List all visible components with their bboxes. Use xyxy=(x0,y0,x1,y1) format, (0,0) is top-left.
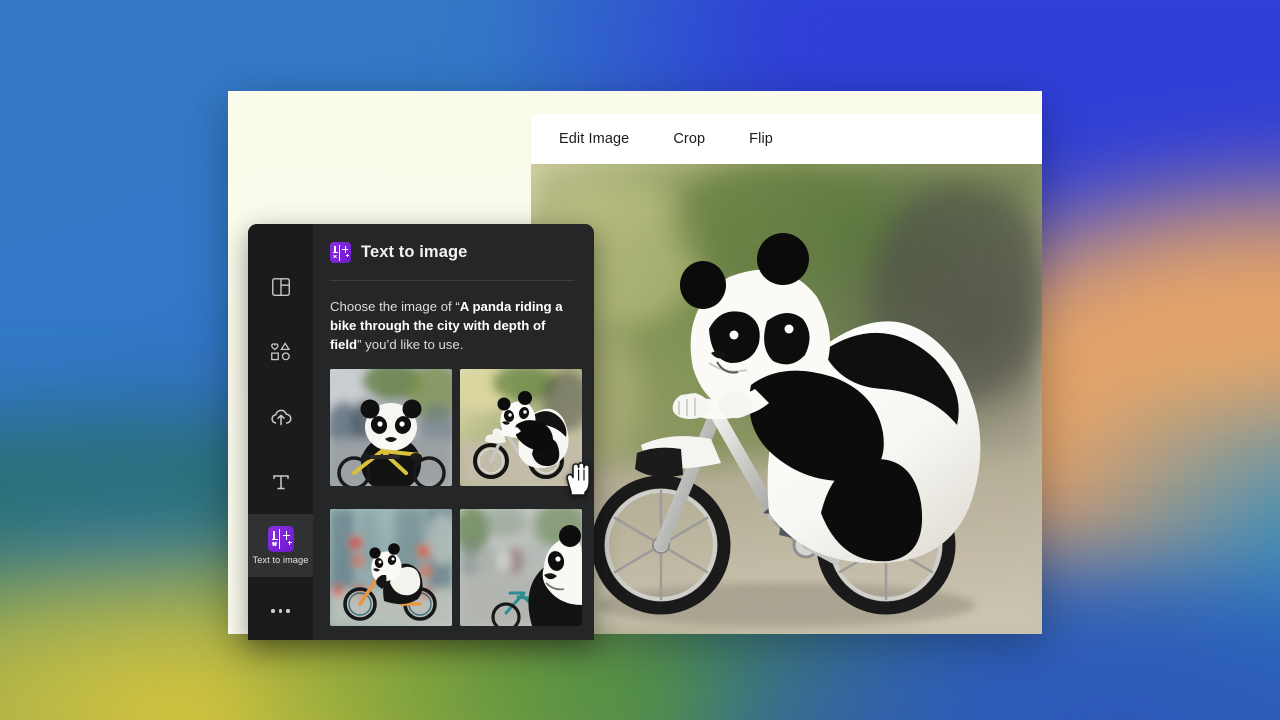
sidebar-item-design[interactable] xyxy=(248,254,313,319)
prompt-suffix: ” you’d like to use. xyxy=(357,337,464,353)
text-to-image-header-icon xyxy=(330,242,351,263)
sidebar-rail: Text to image xyxy=(248,224,313,640)
result-thumbnail-1[interactable] xyxy=(330,369,452,487)
prompt-prefix: Choose the image of “ xyxy=(330,299,460,314)
toolbar-item-crop[interactable]: Crop xyxy=(665,126,713,152)
sidebar-item-text-to-image[interactable]: Text to image xyxy=(248,514,313,577)
prompt-instruction: Choose the image of “A panda riding a bi… xyxy=(330,297,574,354)
toolbar-item-edit-image[interactable]: Edit Image xyxy=(551,126,637,152)
layout-icon xyxy=(270,276,292,298)
sidebar-rail-bottom xyxy=(248,582,313,640)
shapes-icon xyxy=(269,340,293,364)
panel-content: Text to image Choose the image of “A pan… xyxy=(313,224,594,640)
sidebar-rail-top xyxy=(248,239,313,514)
panel-header: Text to image xyxy=(330,242,574,263)
sidebar-more-button[interactable] xyxy=(248,582,313,640)
result-thumbnail-3[interactable] xyxy=(330,508,452,626)
panel-divider xyxy=(330,280,574,281)
sidebar-item-label: Text to image xyxy=(252,554,309,565)
image-canvas[interactable] xyxy=(531,163,1042,634)
result-thumbnail-2[interactable] xyxy=(460,369,582,487)
sidebar-item-text[interactable] xyxy=(248,449,313,514)
upload-cloud-icon xyxy=(269,405,293,429)
sidebar-item-elements[interactable] xyxy=(248,319,313,384)
image-toolbar: Edit Image Crop Flip xyxy=(531,114,1042,164)
text-to-image-icon xyxy=(267,525,294,552)
panel-title: Text to image xyxy=(361,243,468,261)
text-icon xyxy=(269,470,293,494)
canvas-image xyxy=(531,163,1042,634)
result-thumbnail-4[interactable] xyxy=(460,508,582,626)
sidebar-item-uploads[interactable] xyxy=(248,384,313,449)
text-to-image-panel: Text to image Text to image Choose the i… xyxy=(248,224,594,640)
toolbar-item-flip[interactable]: Flip xyxy=(741,126,781,152)
results-grid xyxy=(330,369,582,640)
more-dots-icon xyxy=(271,609,290,613)
